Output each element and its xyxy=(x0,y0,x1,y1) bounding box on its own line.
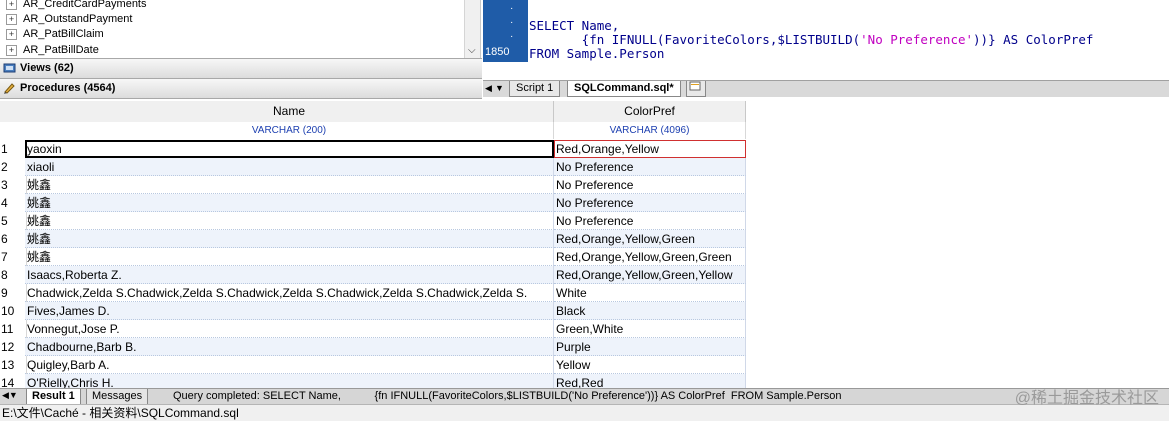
expand-icon[interactable]: + xyxy=(6,28,17,40)
cell-name[interactable]: 姚鑫 xyxy=(25,194,554,212)
row-number[interactable]: 10 xyxy=(0,302,27,320)
tree-item[interactable]: + AR_OutstandPayment xyxy=(6,11,132,27)
cell-colorpref[interactable]: Purple xyxy=(554,338,746,356)
tree-scrollbar[interactable]: ⌵ xyxy=(464,0,480,58)
line-number: 1850 xyxy=(485,46,510,58)
cell-colorpref[interactable]: Red,Orange,Yellow,Green,Green xyxy=(554,248,746,266)
cell-name[interactable]: Chadbourne,Barb B. xyxy=(25,338,554,356)
cell-name[interactable]: 姚鑫 xyxy=(25,176,554,194)
query-status-text: Query completed: SELECT Name, {fn IFNULL… xyxy=(173,390,842,402)
cell-colorpref[interactable]: No Preference xyxy=(554,176,746,194)
cell-name[interactable]: Quigley,Barb A. xyxy=(25,356,554,374)
tab-label: SQLCommand.sql* xyxy=(574,82,674,94)
row-number[interactable]: 13 xyxy=(0,356,27,374)
tree-item-label: AR_OutstandPayment xyxy=(23,13,133,25)
cell-colorpref[interactable]: Red,Orange,Yellow,Green,Yellow xyxy=(554,266,746,284)
cell-colorpref[interactable]: Black xyxy=(554,302,746,320)
column-header-colorpref[interactable]: ColorPref xyxy=(554,101,746,123)
expand-icon[interactable]: + xyxy=(6,44,17,56)
cell-name[interactable]: Fives,James D. xyxy=(25,302,554,320)
row-number[interactable]: 7 xyxy=(0,248,27,266)
row-number[interactable]: 2 xyxy=(0,158,27,176)
new-tab-button[interactable] xyxy=(686,81,706,97)
tab-label: Script 1 xyxy=(516,82,554,94)
cell-name[interactable]: Isaacs,Roberta Z. xyxy=(25,266,554,284)
code-text: {fn IFNULL(FavoriteColors,$LISTBUILD( xyxy=(529,32,861,47)
cell-name[interactable]: 姚鑫 xyxy=(25,248,554,266)
tree-item[interactable]: + AR_PatBillClaim xyxy=(6,26,104,42)
code-text: ))} AS ColorPref xyxy=(973,32,1094,47)
procedures-label: Procedures (4564) xyxy=(20,82,116,94)
column-header-name[interactable]: Name xyxy=(25,101,554,123)
expand-icon[interactable]: + xyxy=(6,13,17,25)
watermark: @稀土掘金技术社区 xyxy=(1014,390,1159,407)
row-number[interactable]: 8 xyxy=(0,266,27,284)
tree-item-label: AR_CreditCardPayments xyxy=(23,0,147,10)
column-type-colorpref: VARCHAR (4096) xyxy=(554,122,746,139)
cell-name[interactable]: xiaoli xyxy=(25,158,554,176)
code-line-1: SELECT Name, xyxy=(529,18,620,33)
sql-editor[interactable]: · · · 1850 SELECT Name, {fn IFNULL(Favor… xyxy=(483,0,1169,80)
new-tab-icon xyxy=(689,81,701,91)
code-line-2: {fn IFNULL(FavoriteColors,$LISTBUILD('No… xyxy=(529,32,1094,47)
cell-colorpref[interactable]: No Preference xyxy=(554,158,746,176)
gutter-dot: · xyxy=(510,31,514,42)
column-type-name: VARCHAR (200) xyxy=(25,122,554,139)
object-tree: + AR_CreditCardPayments + AR_OutstandPayme… xyxy=(0,0,481,58)
cell-colorpref[interactable]: Red,Orange,Yellow,Green xyxy=(554,230,746,248)
procedures-section-bar[interactable]: Procedures (4564) xyxy=(0,78,482,99)
chevron-down-icon[interactable]: ⌵ xyxy=(468,45,476,56)
cell-name[interactable]: 姚鑫 xyxy=(25,230,554,248)
tab-sqlcommand[interactable]: SQLCommand.sql* xyxy=(567,81,681,97)
row-number[interactable]: 5 xyxy=(0,212,27,230)
tab-script-1[interactable]: Script 1 xyxy=(509,81,561,97)
row-number[interactable]: 1 xyxy=(0,140,27,158)
row-number[interactable]: 11 xyxy=(0,320,27,338)
tree-item-label: AR_PatBillClaim xyxy=(23,28,104,40)
views-icon xyxy=(3,63,16,73)
tab-scroll-icon[interactable]: ◀▼ xyxy=(2,390,18,401)
tab-messages[interactable]: Messages xyxy=(86,389,149,405)
cell-colorpref[interactable]: Green,White xyxy=(554,320,746,338)
cell-colorpref[interactable]: Red,Orange,Yellow xyxy=(554,140,746,158)
cell-colorpref[interactable]: No Preference xyxy=(554,194,746,212)
cell-name[interactable]: 姚鑫 xyxy=(25,212,554,230)
result-grid[interactable]: Name ColorPref VARCHAR (200) VARCHAR (40… xyxy=(0,101,746,391)
cell-colorpref[interactable]: White xyxy=(554,284,746,302)
cell-name[interactable]: Chadwick,Zelda S.Chadwick,Zelda S.Chadwi… xyxy=(25,284,554,302)
cell-colorpref[interactable]: Yellow xyxy=(554,356,746,374)
editor-tab-bar: ◀ ▼ Script 1 SQLCommand.sql* xyxy=(483,80,1169,97)
row-number[interactable]: 4 xyxy=(0,194,27,212)
views-label: Views (62) xyxy=(20,62,74,74)
row-number[interactable]: 3 xyxy=(0,176,27,194)
grid-corner xyxy=(0,101,26,123)
tab-result-1[interactable]: Result 1 xyxy=(26,389,81,405)
gutter-dot: · xyxy=(510,3,514,14)
cell-name[interactable]: Vonnegut,Jose P. xyxy=(25,320,554,338)
row-number[interactable]: 12 xyxy=(0,338,27,356)
status-bar: E:\文件\Caché - 相关资料\SQLCommand.sql xyxy=(0,404,1169,421)
row-number[interactable]: 9 xyxy=(0,284,27,302)
tab-label: Messages xyxy=(92,390,143,402)
code-string: 'No Preference' xyxy=(860,32,974,47)
code-line-3: FROM Sample.Person xyxy=(529,46,665,61)
views-section-bar[interactable]: Views (62) xyxy=(0,58,482,79)
gutter-dot: · xyxy=(510,17,514,28)
row-number[interactable]: 6 xyxy=(0,230,27,248)
tab-label: Result 1 xyxy=(32,390,75,402)
tab-scroll-left-icon[interactable]: ◀ xyxy=(485,83,492,94)
tree-item[interactable]: + AR_PatBillDate xyxy=(6,42,99,58)
tab-scroll-right-icon[interactable]: ▼ xyxy=(495,83,504,93)
type-corner xyxy=(0,122,26,139)
cell-colorpref[interactable]: No Preference xyxy=(554,212,746,230)
procedures-icon xyxy=(4,83,15,94)
expand-icon[interactable]: + xyxy=(6,0,17,10)
cell-name[interactable]: yaoxin xyxy=(25,140,554,158)
tree-item-label: AR_PatBillDate xyxy=(23,44,99,56)
result-tab-bar: ◀▼ Result 1 Messages Query completed: SE… xyxy=(0,388,1169,405)
line-gutter: · · · 1850 xyxy=(483,0,528,62)
file-path: E:\文件\Caché - 相关资料\SQLCommand.sql xyxy=(2,406,239,420)
